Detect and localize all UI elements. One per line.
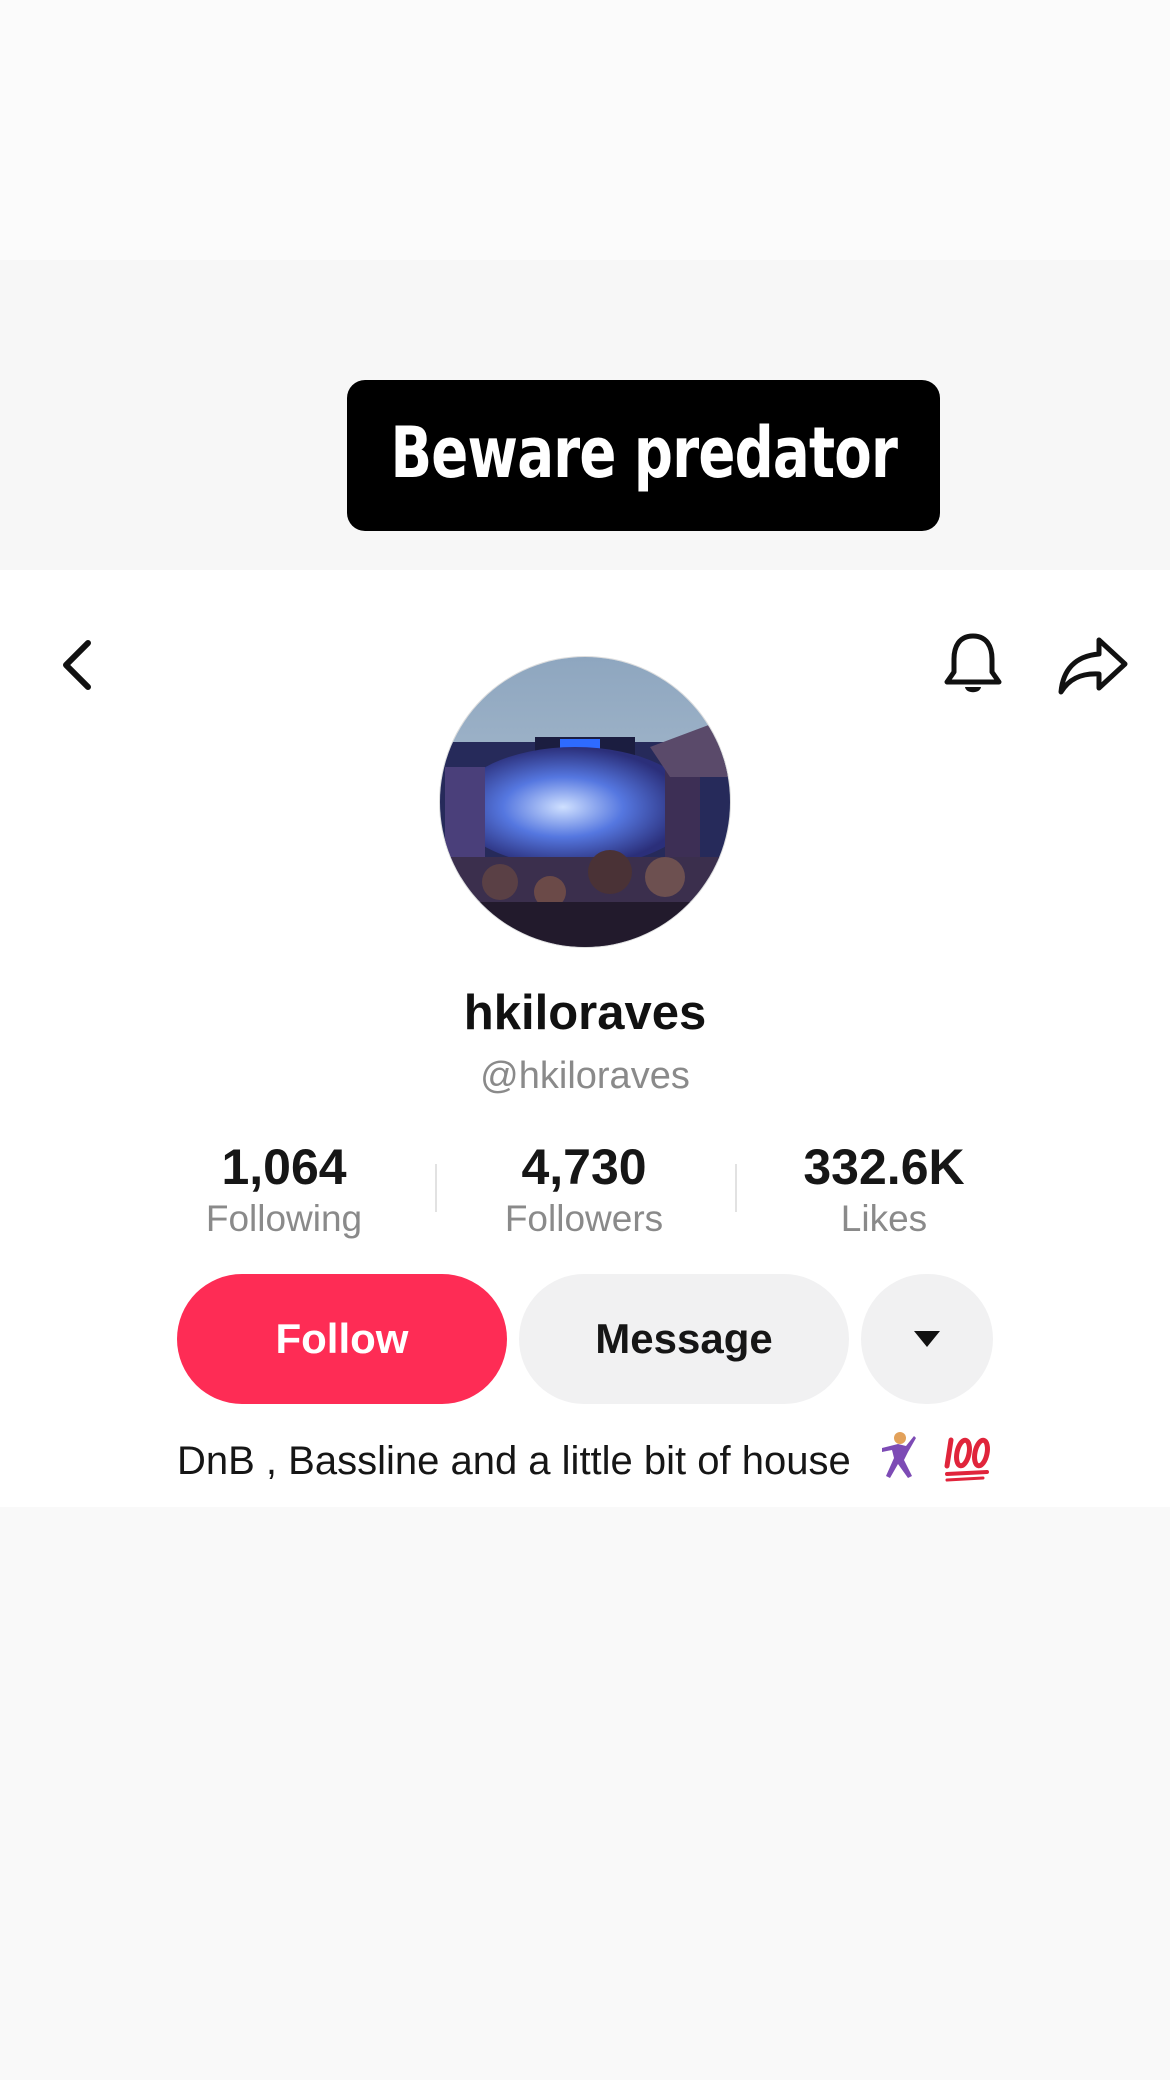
chevron-left-icon bbox=[63, 640, 91, 690]
following-label: Following bbox=[205, 1198, 363, 1239]
display-name: hkiloraves bbox=[463, 986, 707, 1040]
stat-divider bbox=[435, 1164, 437, 1212]
bio: DnB , Bassline and a little bit of house bbox=[0, 1430, 1170, 1492]
bell-icon bbox=[944, 633, 1001, 693]
share-arrow-icon bbox=[1058, 637, 1127, 695]
followers-label: Followers bbox=[504, 1198, 664, 1239]
dancing-man-emoji bbox=[876, 1430, 918, 1492]
back-button[interactable] bbox=[48, 630, 108, 700]
story-text-label: Beware predator bbox=[347, 380, 940, 531]
followers-count: 4,730 bbox=[521, 1139, 647, 1195]
story-text: Beware predator bbox=[390, 411, 897, 494]
following-count: 1,064 bbox=[221, 1139, 347, 1195]
username-handle: @hkiloraves bbox=[480, 1055, 690, 1097]
caret-down-icon bbox=[914, 1331, 940, 1347]
more-options-button[interactable] bbox=[861, 1274, 993, 1404]
concert-crowd-photo bbox=[440, 657, 730, 947]
follow-button[interactable]: Follow bbox=[177, 1274, 507, 1404]
stat-followers[interactable]: 4,730 Followers bbox=[439, 1138, 729, 1242]
message-button[interactable]: Message bbox=[519, 1274, 849, 1404]
stat-following[interactable]: 1,064 Following bbox=[139, 1138, 429, 1242]
avatar[interactable] bbox=[440, 657, 730, 947]
likes-count: 332.6K bbox=[803, 1139, 965, 1195]
share-button[interactable] bbox=[1050, 625, 1135, 705]
stat-likes[interactable]: 332.6K Likes bbox=[739, 1138, 1029, 1242]
notification-button[interactable] bbox=[935, 625, 1010, 705]
likes-label: Likes bbox=[840, 1198, 928, 1239]
hundred-points-emoji bbox=[943, 1434, 993, 1492]
bio-text: DnB , Bassline and a little bit of house bbox=[177, 1439, 851, 1483]
top-blank-area bbox=[0, 0, 1170, 260]
stat-divider bbox=[735, 1164, 737, 1212]
